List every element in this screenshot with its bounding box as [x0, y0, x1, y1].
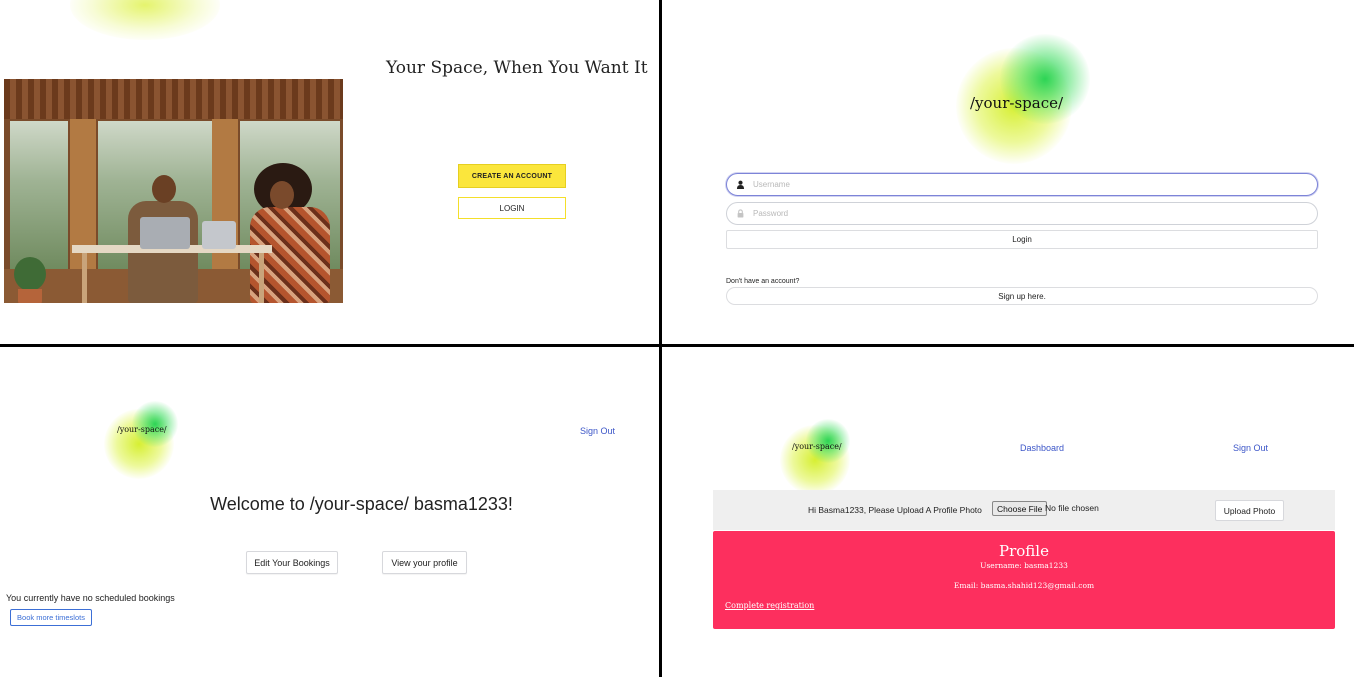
logo[interactable]: /your-space/	[792, 442, 842, 451]
sign-out-link[interactable]: Sign Out	[580, 426, 615, 436]
profile-title: Profile	[999, 542, 1049, 560]
logo: /your-space/	[970, 94, 1064, 112]
login-button[interactable]: LOGIN	[458, 197, 566, 219]
username-field[interactable]	[726, 173, 1318, 196]
welcome-heading: Welcome to /your-space/ basma1233!	[210, 494, 513, 514]
user-icon	[735, 180, 745, 190]
dashboard-link[interactable]: Dashboard	[1020, 443, 1064, 453]
profile-page: /your-space/ Dashboard Sign Out Hi Basma…	[662, 347, 1354, 677]
lock-icon	[735, 209, 745, 219]
complete-registration-link[interactable]: Complete registration	[725, 601, 814, 610]
profile-card: Profile Username: basma1233 Email: basma…	[713, 531, 1335, 629]
login-submit-button[interactable]: Login	[726, 230, 1318, 249]
no-account-text: Don't have an account?	[726, 278, 800, 285]
upload-prompt: Hi Basma1233, Please Upload A Profile Ph…	[808, 505, 982, 515]
upload-photo-bar: Hi Basma1233, Please Upload A Profile Ph…	[713, 490, 1335, 530]
edit-bookings-button[interactable]: Edit Your Bookings	[246, 551, 338, 574]
password-field[interactable]	[726, 202, 1318, 225]
upload-photo-button[interactable]: Upload Photo	[1215, 500, 1284, 521]
vertical-divider	[659, 0, 662, 677]
no-bookings-text: You currently have no scheduled bookings	[6, 593, 175, 603]
username-input[interactable]	[753, 180, 1253, 189]
view-profile-button[interactable]: View your profile	[382, 551, 467, 574]
profile-username: Username: basma1233	[980, 561, 1068, 570]
choose-file-button[interactable]: Choose File	[992, 501, 1048, 516]
hero-image	[4, 79, 343, 303]
create-account-button[interactable]: CREATE AN ACCOUNT	[458, 164, 566, 188]
profile-email: Email: basma.shahid123@gmail.com	[953, 581, 1095, 590]
sign-out-link[interactable]: Sign Out	[1233, 443, 1268, 453]
book-more-button[interactable]: Book more timeslots	[10, 609, 92, 626]
logo[interactable]: /your-space/	[117, 425, 167, 434]
logo-blob-green	[132, 401, 178, 447]
file-status: No file chosen	[1045, 503, 1099, 513]
logo-blob-green	[806, 419, 850, 463]
landing-page: Your Space, When You Want It CREATE AN A…	[0, 0, 659, 344]
login-page: /your-space/ Login Don't have an account…	[662, 0, 1354, 344]
decorative-blob	[70, 0, 220, 40]
signup-button[interactable]: Sign up here.	[726, 287, 1318, 305]
dashboard-page: /your-space/ Sign Out Welcome to /your-s…	[0, 347, 659, 677]
horizontal-divider	[0, 344, 1354, 347]
password-input[interactable]	[753, 209, 1253, 218]
tagline: Your Space, When You Want It	[386, 58, 648, 78]
